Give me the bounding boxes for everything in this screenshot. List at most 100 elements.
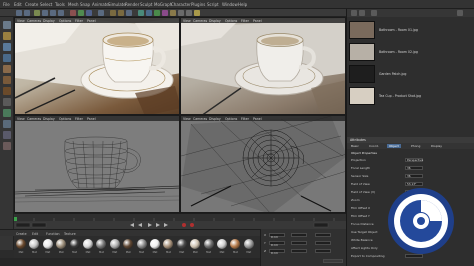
- polygons-mode-icon[interactable]: [3, 87, 11, 95]
- axis-mode-icon[interactable]: [3, 98, 11, 106]
- viewport-bottom-left[interactable]: View Cameras Display Options Filter Pane…: [14, 115, 180, 213]
- menu-simulate[interactable]: Simulate: [108, 2, 126, 7]
- scale-icon[interactable]: [50, 10, 56, 16]
- menu-render[interactable]: Render: [125, 2, 139, 7]
- tab-display[interactable]: Display: [429, 144, 444, 148]
- content-item-0[interactable]: Bathroom - Room 01.jpg: [349, 21, 473, 41]
- viewport-menu-cameras[interactable]: Cameras: [193, 117, 207, 121]
- material-swatch[interactable]: [96, 239, 107, 249]
- make-editable-icon[interactable]: [3, 21, 11, 29]
- viewport-menu-panel[interactable]: Panel: [253, 117, 262, 121]
- menu-tools[interactable]: Tools: [55, 2, 65, 7]
- live-select-icon[interactable]: [34, 10, 40, 16]
- viewport-menu-panel[interactable]: Panel: [87, 117, 96, 121]
- menu-snap[interactable]: Snap: [80, 2, 90, 7]
- coord-z-field[interactable]: 0 cm: [269, 249, 285, 255]
- forward-icon[interactable]: [359, 10, 365, 16]
- viewport-menu-display[interactable]: Display: [43, 117, 55, 121]
- edges-mode-icon[interactable]: [3, 76, 11, 84]
- material-swatch[interactable]: [109, 239, 120, 249]
- material-swatch[interactable]: [42, 239, 53, 249]
- property-value-field[interactable]: 36: [405, 165, 423, 170]
- property-value-field[interactable]: 53.13°: [405, 181, 423, 186]
- deformer-icon[interactable]: [170, 10, 176, 16]
- menu-create[interactable]: Create: [25, 2, 38, 7]
- viewport-menu-view[interactable]: View: [183, 117, 191, 121]
- material-swatch[interactable]: [190, 239, 201, 249]
- menu-script[interactable]: Script: [207, 2, 219, 7]
- viewport-menu-cameras[interactable]: Cameras: [27, 117, 41, 121]
- material-swatch[interactable]: [136, 239, 147, 249]
- array-icon[interactable]: [162, 10, 168, 16]
- property-value-field[interactable]: Perspective: [405, 157, 423, 162]
- viewport-menu-view[interactable]: View: [183, 19, 191, 23]
- material-swatch[interactable]: [230, 239, 241, 249]
- points-mode-icon[interactable]: [3, 65, 11, 73]
- render-picture-viewer-icon[interactable]: [118, 10, 124, 16]
- viewport-menu-view[interactable]: View: [17, 19, 25, 23]
- tab-basic[interactable]: Basic: [349, 144, 361, 148]
- coord-size-z-field[interactable]: [291, 249, 307, 253]
- material-menu-function[interactable]: Function: [46, 232, 60, 236]
- coord-y-field[interactable]: 0 cm: [269, 241, 285, 247]
- viewport-bottom-right[interactable]: View Cameras Display Options Filter Pane…: [180, 115, 346, 213]
- material-swatch[interactable]: [69, 239, 80, 249]
- viewport-menu-view[interactable]: View: [17, 117, 25, 121]
- viewport-menu-options[interactable]: Options: [59, 19, 71, 23]
- coordinate-system-icon[interactable]: [98, 10, 104, 16]
- material-menu-create[interactable]: Create: [16, 232, 27, 236]
- tab-phong[interactable]: Phong: [409, 144, 422, 148]
- viewport-menu-display[interactable]: Display: [209, 117, 221, 121]
- workplane-icon[interactable]: [3, 54, 11, 62]
- coord-x-field[interactable]: 0 cm: [269, 233, 285, 239]
- apply-button[interactable]: [323, 259, 343, 263]
- back-icon[interactable]: [351, 10, 357, 16]
- undo-icon[interactable]: [16, 10, 22, 16]
- material-swatch[interactable]: [16, 239, 26, 249]
- viewport-menu-panel[interactable]: Panel: [253, 19, 262, 23]
- viewport-top-right[interactable]: View Cameras Display Options Filter Pane…: [180, 17, 346, 115]
- floor-icon[interactable]: [178, 10, 184, 16]
- viewport-menu-filter[interactable]: Filter: [75, 117, 83, 121]
- content-item-2[interactable]: Garden Patch.jpg: [349, 65, 473, 85]
- camera-icon[interactable]: [186, 10, 192, 16]
- rotate-icon[interactable]: [58, 10, 64, 16]
- menu-file[interactable]: File: [3, 2, 10, 7]
- coord-size-y-field[interactable]: [291, 241, 307, 245]
- viewport-menu-display[interactable]: Display: [43, 19, 55, 23]
- material-swatch[interactable]: [123, 239, 134, 249]
- menu-help[interactable]: Help: [238, 2, 247, 7]
- menu-sculpt[interactable]: Sculpt: [140, 2, 153, 7]
- tweak-mode-icon[interactable]: [3, 109, 11, 117]
- cube-icon[interactable]: [138, 10, 144, 16]
- coord-rot-p-field[interactable]: [315, 241, 331, 245]
- viewport-menu-panel[interactable]: Panel: [87, 19, 96, 23]
- menu-mesh[interactable]: Mesh: [68, 2, 79, 7]
- y-axis-icon[interactable]: [78, 10, 84, 16]
- material-swatch[interactable]: [203, 239, 214, 249]
- redo-icon[interactable]: [24, 10, 30, 16]
- material-swatch[interactable]: [217, 239, 227, 249]
- material-swatch[interactable]: [150, 239, 160, 249]
- viewport-top-left[interactable]: View Cameras Display Options Filter Pane…: [14, 17, 180, 115]
- viewport-menu-options[interactable]: Options: [225, 19, 237, 23]
- material-swatch[interactable]: [176, 239, 187, 249]
- content-item-3[interactable]: Tea Cup - Product Shot.jpg: [349, 87, 473, 107]
- subdivision-icon[interactable]: [154, 10, 160, 16]
- viewport-menu-options[interactable]: Options: [225, 117, 237, 121]
- menu-character[interactable]: Character: [171, 2, 191, 7]
- timeline-ruler[interactable]: [14, 213, 346, 222]
- material-menu-texture[interactable]: Texture: [64, 232, 76, 236]
- material-swatch[interactable]: [163, 239, 174, 249]
- light-icon[interactable]: [194, 10, 200, 16]
- property-value-field[interactable]: 36: [405, 173, 423, 178]
- tab-object[interactable]: Object: [387, 144, 401, 148]
- menu-edit[interactable]: Edit: [14, 2, 22, 7]
- snap-icon[interactable]: [3, 120, 11, 128]
- material-swatch[interactable]: [243, 239, 254, 249]
- render-view-icon[interactable]: [110, 10, 116, 16]
- model-mode-icon[interactable]: [3, 32, 11, 40]
- material-swatch[interactable]: [56, 239, 67, 249]
- viewport-menu-filter[interactable]: Filter: [241, 19, 249, 23]
- material-menu-edit[interactable]: Edit: [32, 232, 38, 236]
